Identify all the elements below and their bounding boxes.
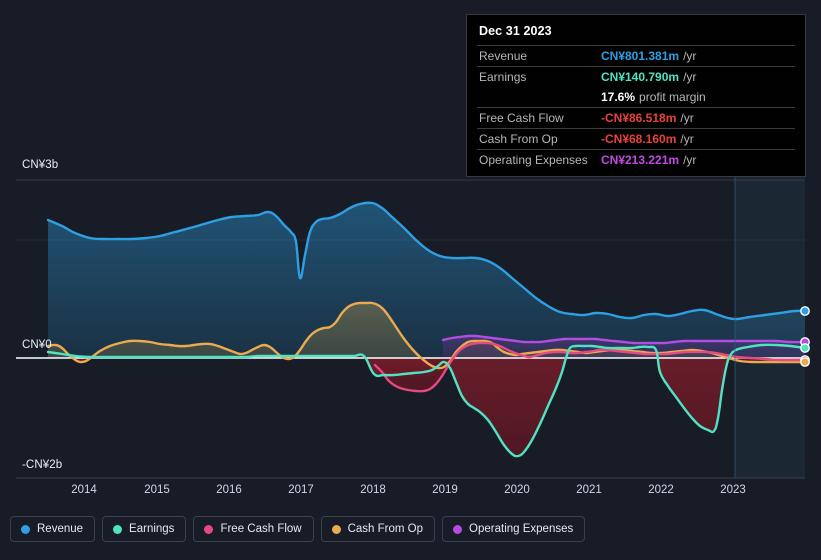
tooltip-row-value: 17.6% — [601, 90, 636, 104]
x-axis-tick-2020: 2020 — [504, 484, 530, 496]
tooltip-row: Operating Expenses CN¥213.221m/yr — [477, 149, 795, 170]
legend-color-dot-icon — [21, 524, 30, 534]
legend-item-cash-from-op[interactable]: Cash From Op — [320, 516, 436, 542]
legend-color-dot-icon — [113, 524, 123, 534]
tooltip-row: 17.6% profit margin — [477, 87, 795, 107]
tooltip-row-value: CN¥213.221m — [601, 153, 680, 167]
x-axis-tick-2018: 2018 — [360, 484, 386, 496]
legend-item-revenue[interactable]: Revenue — [10, 516, 96, 542]
tooltip-row-unit: /yr — [680, 132, 694, 146]
tooltip-row: Revenue CN¥801.381m/yr — [477, 45, 795, 66]
tooltip-row-unit: /yr — [683, 49, 697, 63]
tooltip-rows: Revenue CN¥801.381m/yr Earnings CN¥140.790m… — [477, 45, 795, 170]
tooltip-row-value-wrap: -CN¥86.518m/yr — [601, 111, 694, 125]
legend-item-label: Revenue — [37, 523, 84, 535]
x-axis-tick-2014: 2014 — [71, 484, 97, 496]
x-axis-tick-2016: 2016 — [216, 484, 242, 496]
tooltip-row-unit: profit margin — [639, 90, 706, 104]
x-axis-tick-2015: 2015 — [144, 484, 170, 496]
legend-item-earnings[interactable]: Earnings — [102, 516, 187, 542]
x-axis-tick-2023: 2023 — [720, 484, 746, 496]
tooltip-row-label: Free Cash Flow — [479, 111, 564, 125]
end-marker-cash-from-op — [800, 357, 810, 367]
tooltip-row-value-wrap: CN¥140.790m/yr — [601, 70, 696, 84]
tooltip-row-value: CN¥801.381m — [601, 49, 680, 63]
financial-performance-chart: CN¥3b CN¥0 -CN¥2b 2014 2015 2016 2017 2018 20… — [0, 0, 821, 560]
tooltip-row-value: -CN¥86.518m — [601, 111, 677, 125]
tooltip-row-unit: /yr — [680, 111, 694, 125]
tooltip-row-value-wrap: CN¥213.221m/yr — [601, 153, 696, 167]
tooltip-row: Free Cash Flow -CN¥86.518m/yr — [477, 107, 795, 128]
y-axis-label-zero: CN¥0 — [22, 339, 52, 351]
legend-item-label: Operating Expenses — [469, 523, 574, 535]
tooltip-row: Cash From Op -CN¥68.160m/yr — [477, 128, 795, 149]
legend-color-dot-icon — [204, 524, 214, 534]
tooltip-row-label: Operating Expenses — [479, 153, 588, 167]
tooltip-date: Dec 31 2023 — [479, 24, 552, 38]
data-tooltip: Dec 31 2023 Revenue CN¥801.381m/yr Earning… — [466, 14, 806, 177]
y-axis-label-top: CN¥3b — [22, 159, 59, 171]
tooltip-row-unit: /yr — [683, 153, 697, 167]
x-axis-tick-2022: 2022 — [648, 484, 674, 496]
tooltip-row-label: Earnings — [479, 70, 527, 84]
tooltip-row-unit: /yr — [683, 70, 697, 84]
tooltip-row-value: CN¥140.790m — [601, 70, 680, 84]
legend-item-label: Cash From Op — [347, 523, 424, 535]
legend-item-operating-expenses[interactable]: Operating Expenses — [442, 516, 586, 542]
tooltip-row-value: -CN¥68.160m — [601, 132, 677, 146]
tooltip-row: Earnings CN¥140.790m/yr — [477, 66, 795, 87]
y-axis-label-bottom: -CN¥2b — [22, 459, 63, 471]
legend-color-dot-icon — [453, 524, 463, 534]
end-marker-earnings — [800, 343, 810, 353]
x-axis-tick-2019: 2019 — [432, 484, 458, 496]
legend-item-label: Free Cash Flow — [220, 523, 302, 535]
legend-item-free-cash-flow[interactable]: Free Cash Flow — [193, 516, 314, 542]
x-axis-tick-2017: 2017 — [288, 484, 314, 496]
tooltip-row-label: Cash From Op — [479, 132, 558, 146]
tooltip-row-value-wrap: -CN¥68.160m/yr — [601, 132, 694, 146]
end-marker-revenue — [800, 306, 810, 316]
tooltip-row-label: Revenue — [479, 49, 528, 63]
tooltip-row-value-wrap: CN¥801.381m/yr — [601, 49, 696, 63]
legend-color-dot-icon — [331, 524, 341, 534]
x-axis-tick-2021: 2021 — [576, 484, 602, 496]
legend-item-label: Earnings — [129, 523, 175, 535]
tooltip-row-value-wrap: 17.6% profit margin — [601, 90, 706, 104]
chart-legend[interactable]: Revenue Earnings Free Cash Flow Cash From O… — [10, 516, 586, 542]
